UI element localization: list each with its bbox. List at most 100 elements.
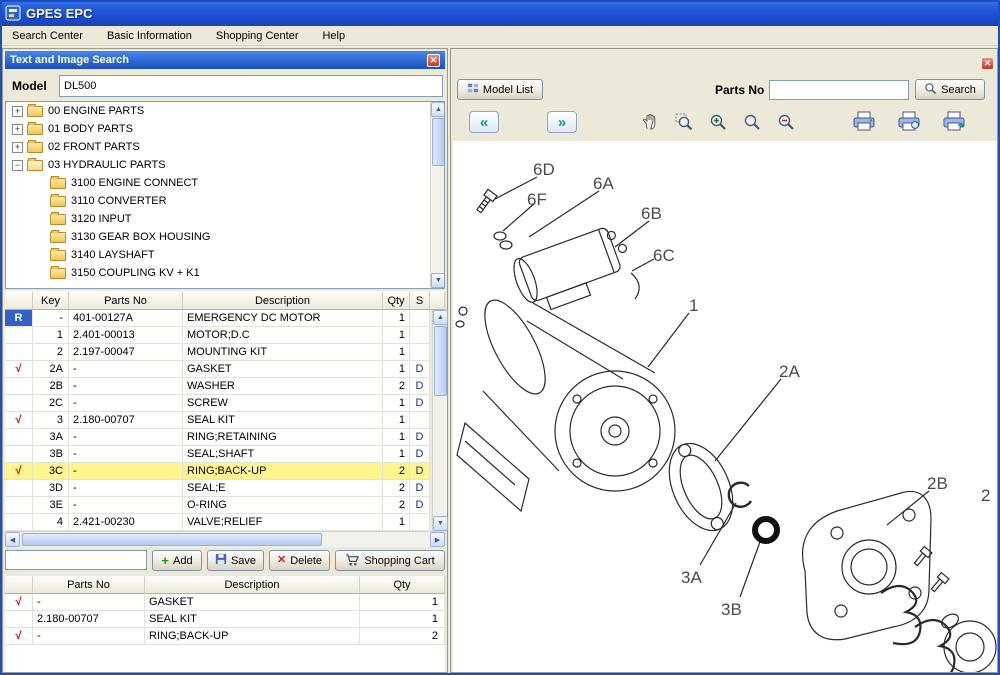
table-row[interactable]: √ 2A - GASKET 1 D: [5, 361, 430, 378]
pan-hand-icon[interactable]: [638, 110, 662, 134]
menu-item-help[interactable]: Help: [310, 28, 357, 44]
callout-6f: 6F: [527, 190, 547, 209]
scrollbar-thumb[interactable]: [22, 533, 322, 546]
model-input[interactable]: [59, 75, 443, 97]
tree-item-label: 02 FRONT PARTS: [48, 141, 140, 153]
model-list-button[interactable]: Model List: [457, 79, 543, 100]
close-icon[interactable]: ✕: [981, 57, 994, 70]
table-scrollbar[interactable]: ▲ ▼: [432, 310, 447, 531]
col-description[interactable]: Description: [183, 291, 383, 310]
table-hscrollbar[interactable]: ◀ ▶: [5, 531, 445, 547]
table-row[interactable]: 3D - SEAL;E 2 D: [5, 480, 430, 497]
scroll-down-icon[interactable]: ▼: [431, 273, 445, 288]
close-icon[interactable]: ✕: [427, 54, 440, 67]
tree-item-3100[interactable]: 3100 ENGINE CONNECT: [6, 174, 444, 192]
table-row[interactable]: 1 2.401-00013 MOTOR;D.C 1: [5, 327, 430, 344]
row-check[interactable]: [5, 344, 33, 361]
collapse-icon[interactable]: −: [12, 160, 23, 171]
row-check[interactable]: [5, 480, 33, 497]
cart-col-qty[interactable]: Qty: [360, 576, 445, 594]
prev-page-button[interactable]: «: [469, 111, 499, 133]
shopping-cart-button[interactable]: Shopping Cart: [335, 550, 445, 571]
expand-icon[interactable]: +: [12, 106, 23, 117]
row-check[interactable]: √: [5, 463, 33, 480]
row-check[interactable]: [5, 378, 33, 395]
row-check[interactable]: [5, 514, 33, 531]
col-s[interactable]: S: [410, 291, 430, 310]
menu-item-shopping-center[interactable]: Shopping Center: [204, 28, 311, 44]
row-check[interactable]: √: [5, 412, 33, 429]
menu-item-basic-information[interactable]: Basic Information: [95, 28, 204, 44]
scroll-up-icon[interactable]: ▲: [431, 102, 445, 117]
cart-row[interactable]: √ - RING;BACK-UP 2: [5, 628, 445, 645]
parts-no-input[interactable]: [769, 80, 909, 100]
table-row[interactable]: 2C - SCREW 1 D: [5, 395, 430, 412]
scrollbar-thumb[interactable]: [432, 118, 445, 166]
next-page-button[interactable]: »: [547, 111, 577, 133]
col-qty[interactable]: Qty: [383, 291, 410, 310]
tree-item-3150[interactable]: 3150 COUPLING KV + K1: [6, 264, 444, 282]
table-row[interactable]: 2B - WASHER 2 D: [5, 378, 430, 395]
tree-item-front-parts[interactable]: + 02 FRONT PARTS: [6, 138, 444, 156]
tree-item-engine-parts[interactable]: + 00 ENGINE PARTS: [6, 102, 444, 120]
table-row[interactable]: 4 2.421-00230 VALVE;RELIEF 1: [5, 514, 430, 531]
scroll-up-icon[interactable]: ▲: [433, 310, 448, 325]
tree-item-hydraulic-parts[interactable]: − 03 HYDRAULIC PARTS: [6, 156, 444, 174]
tree-item-body-parts[interactable]: + 01 BODY PARTS: [6, 120, 444, 138]
row-check[interactable]: √: [5, 628, 33, 645]
table-row[interactable]: 3A - RING;RETAINING 1 D: [5, 429, 430, 446]
add-button[interactable]: + Add: [152, 550, 202, 571]
row-check[interactable]: [5, 497, 33, 514]
zoom-area-icon[interactable]: [672, 110, 696, 134]
print-preview-icon[interactable]: [892, 108, 926, 134]
table-row[interactable]: R - 401-00127A EMERGENCY DC MOTOR 1: [5, 310, 430, 327]
print-export-icon[interactable]: [937, 108, 971, 134]
table-row-selected[interactable]: √ 3C - RING;BACK-UP 2 D: [5, 463, 430, 480]
scroll-right-icon[interactable]: ▶: [430, 532, 445, 547]
scrollbar-thumb[interactable]: [434, 326, 447, 396]
cart-row[interactable]: 2.180-00707 SEAL KIT 1: [5, 611, 445, 628]
tree-item-3140[interactable]: 3140 LAYSHAFT: [6, 246, 444, 264]
cell-s: [410, 327, 430, 344]
row-check[interactable]: [5, 611, 33, 628]
diagram-canvas[interactable]: 6D 6F 6A 6B 6C 1 2A 2B 2 3A 3B: [453, 141, 997, 672]
text-image-search-panel: Text and Image Search ✕ Model + 00 ENGIN…: [2, 48, 448, 673]
zoom-out-icon[interactable]: [774, 110, 798, 134]
expand-icon[interactable]: +: [12, 124, 23, 135]
open-folder-icon: [27, 160, 43, 171]
tree-scrollbar[interactable]: ▲ ▼: [430, 102, 445, 288]
expand-icon[interactable]: +: [12, 142, 23, 153]
callout-2: 2: [981, 486, 990, 505]
save-button[interactable]: Save: [207, 550, 264, 571]
row-status[interactable]: R: [5, 310, 33, 327]
cart-col-parts-no[interactable]: Parts No: [33, 576, 145, 594]
delete-button[interactable]: ✕ Delete: [269, 550, 330, 571]
row-check[interactable]: [5, 395, 33, 412]
row-check[interactable]: [5, 327, 33, 344]
search-button[interactable]: Search: [915, 79, 985, 100]
table-row[interactable]: 3E - O-RING 2 D: [5, 497, 430, 514]
zoom-reset-icon[interactable]: [740, 110, 764, 134]
zoom-in-icon[interactable]: [706, 110, 730, 134]
menu-item-search-center[interactable]: Search Center: [0, 28, 95, 44]
col-key[interactable]: Key: [33, 291, 69, 310]
table-row[interactable]: √ 3 2.180-00707 SEAL KIT 1: [5, 412, 430, 429]
col-parts-no[interactable]: Parts No: [69, 291, 183, 310]
row-check[interactable]: [5, 446, 33, 463]
cart-row[interactable]: √ - GASKET 1: [5, 594, 445, 611]
tree-item-3110[interactable]: 3110 CONVERTER: [6, 192, 444, 210]
scroll-down-icon[interactable]: ▼: [433, 516, 448, 531]
print-icon[interactable]: [847, 108, 881, 134]
scroll-left-icon[interactable]: ◀: [5, 532, 20, 547]
row-check[interactable]: √: [5, 361, 33, 378]
table-row[interactable]: 2 2.197-00047 MOUNTING KIT 1: [5, 344, 430, 361]
save-label: Save: [231, 555, 256, 567]
row-check[interactable]: √: [5, 594, 33, 611]
tree-item-3120[interactable]: 3120 INPUT: [6, 210, 444, 228]
parts-entry-input[interactable]: [5, 550, 147, 570]
tree-item-3130[interactable]: 3130 GEAR BOX HOUSING: [6, 228, 444, 246]
row-check[interactable]: [5, 429, 33, 446]
cart-col-description[interactable]: Description: [145, 576, 360, 594]
table-row[interactable]: 3B - SEAL;SHAFT 1 D: [5, 446, 430, 463]
col-check[interactable]: [5, 291, 33, 310]
